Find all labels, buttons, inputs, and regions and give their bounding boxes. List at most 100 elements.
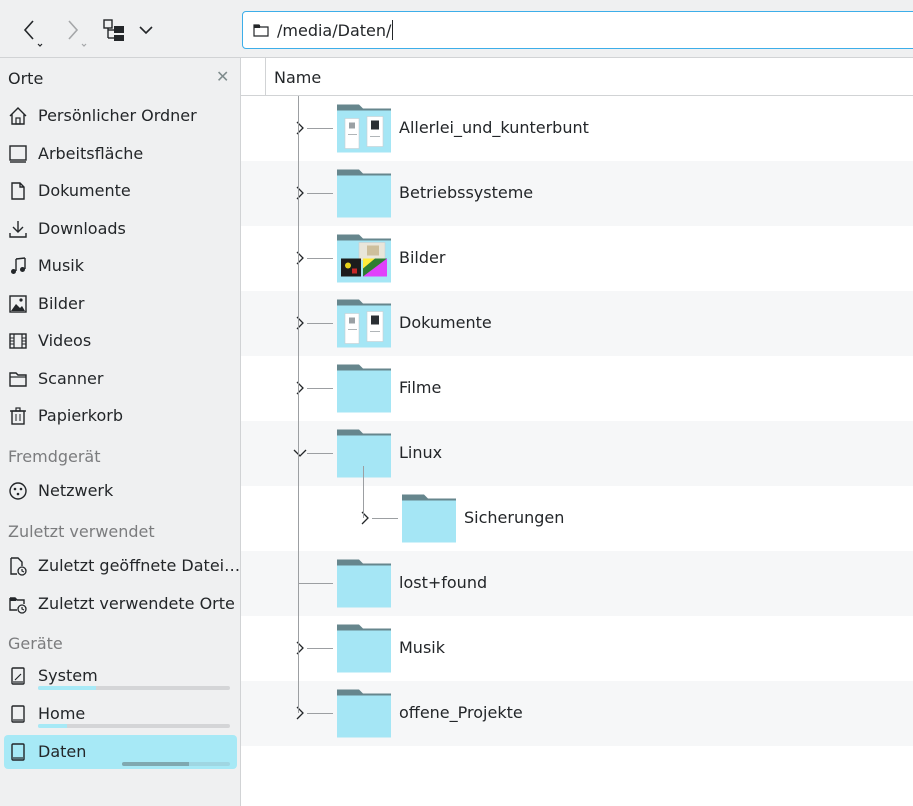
file-name: Dokumente: [399, 313, 492, 332]
file-name: Allerlei_und_kunterbunt: [399, 118, 589, 137]
tree-connector: [307, 713, 333, 714]
tree-row[interactable]: Sicherungen: [241, 486, 913, 551]
file-name: Filme: [399, 378, 442, 397]
sidebar-item-label: Persönlicher Ordner: [38, 106, 197, 125]
sidebar-item-label: Arbeitsfläche: [38, 144, 144, 163]
folder-icon: [337, 559, 391, 608]
tree-row[interactable]: Dokumente: [241, 291, 913, 356]
sidebar-item-recent-files[interactable]: Zuletzt geöffnete Datei…: [4, 549, 241, 583]
folder-icon: [9, 372, 27, 387]
sidebar-item-music[interactable]: Musik: [4, 249, 237, 283]
tree-row[interactable]: Musik: [241, 616, 913, 681]
tree-row[interactable]: Filme: [241, 356, 913, 421]
sidebar-item-label: Zuletzt verwendete Orte: [38, 594, 235, 613]
desktop-icon: [9, 145, 27, 163]
network-icon: [9, 482, 27, 500]
tree-connector: [307, 453, 333, 454]
capacity-bar: [122, 762, 230, 766]
folder-thumbnail: [337, 624, 391, 677]
tree-connector: [307, 648, 333, 649]
tree-row[interactable]: Betriebssysteme: [241, 161, 913, 226]
folder-icon: [337, 624, 391, 673]
folder-thumbnail: [337, 299, 391, 352]
sidebar-item-pictures[interactable]: Bilder: [4, 287, 237, 321]
sidebar-item-home[interactable]: Persönlicher Ordner: [4, 99, 237, 133]
capacity-bar: [38, 686, 230, 690]
location-path: /media/Daten/: [277, 20, 392, 40]
chevron-right-icon[interactable]: [293, 381, 307, 395]
chevron-down-icon[interactable]: [293, 446, 307, 460]
capacity-fill: [38, 686, 96, 690]
recent-file-icon: [10, 557, 27, 576]
folder-icon: [337, 429, 391, 478]
tree-row[interactable]: Allerlei_und_kunterbunt: [241, 96, 913, 161]
file-name: offene_Projekte: [399, 703, 523, 722]
sidebar-item-home-drive[interactable]: Home: [4, 697, 237, 731]
drive-icon: [11, 667, 25, 685]
view-mode-dropdown[interactable]: [134, 12, 158, 48]
folder-icon: [337, 169, 391, 218]
chevron-right-icon[interactable]: [358, 511, 372, 525]
sidebar-item-scanner[interactable]: Scanner: [4, 362, 237, 396]
sidebar-item-network[interactable]: Netzwerk: [4, 474, 237, 508]
sidebar-item-label: Zuletzt geöffnete Datei…: [38, 556, 241, 575]
recent-folder-icon: [9, 597, 27, 614]
section-remote: Fremdgerät: [8, 447, 101, 466]
folder-icon: [337, 689, 391, 738]
chevron-right-icon[interactable]: [293, 706, 307, 720]
sidebar-item-videos[interactable]: Videos: [4, 324, 237, 358]
view-mode-button[interactable]: [100, 12, 128, 48]
text-cursor: [392, 20, 394, 40]
document-icon: [11, 182, 25, 200]
capacity-fill: [38, 724, 67, 728]
chevron-right-icon[interactable]: [293, 251, 307, 265]
tree-row[interactable]: lost+found: [241, 551, 913, 616]
sidebar-item-label: Netzwerk: [38, 481, 114, 500]
close-panel-button[interactable]: ✕: [216, 69, 229, 85]
tree-connector: [307, 193, 333, 194]
tree-connector: [307, 323, 333, 324]
sidebar-item-label: Scanner: [38, 369, 104, 388]
sidebar-item-label: Daten: [38, 742, 87, 761]
folder-icon: [253, 24, 269, 37]
drive-icon: [11, 743, 25, 761]
sidebar-item-label: Home: [38, 704, 86, 723]
sidebar-item-daten[interactable]: Daten: [4, 735, 237, 769]
sidebar-item-recent-locations[interactable]: Zuletzt verwendete Orte: [4, 587, 237, 621]
tree-branch-line: [298, 96, 299, 713]
file-name: Bilder: [399, 248, 446, 267]
file-name: Sicherungen: [464, 508, 565, 527]
chevron-right-icon[interactable]: [293, 316, 307, 330]
sidebar-item-system[interactable]: System: [4, 659, 237, 693]
tree-connector: [372, 518, 398, 519]
folder-thumbnail: [337, 689, 391, 742]
back-button[interactable]: [14, 12, 50, 48]
toolbar: /media/Daten/: [0, 0, 913, 58]
sidebar-item-documents[interactable]: Dokumente: [4, 174, 237, 208]
sidebar-item-label: Videos: [38, 331, 92, 350]
sidebar-item-trash[interactable]: Papierkorb: [4, 399, 237, 433]
chevron-right-icon[interactable]: [293, 186, 307, 200]
folder-thumbnail: [337, 429, 391, 482]
tree-row[interactable]: Bilder: [241, 226, 913, 291]
file-view: Name Allerlei_und_kunterbunt Betriebssyst…: [241, 58, 913, 806]
location-bar[interactable]: /media/Daten/: [242, 11, 913, 49]
folder-icon: [337, 104, 391, 153]
chevron-right-icon[interactable]: [293, 121, 307, 135]
tree-row[interactable]: Linux: [241, 421, 913, 486]
tree-row[interactable]: offene_Projekte: [241, 681, 913, 746]
sidebar-item-desktop[interactable]: Arbeitsfläche: [4, 137, 237, 171]
tree-connector: [298, 583, 333, 584]
sidebar-item-downloads[interactable]: Downloads: [4, 212, 237, 246]
file-name: Betriebssysteme: [399, 183, 534, 202]
places-panel-title: Orte: [8, 69, 44, 88]
section-recent: Zuletzt verwendet: [8, 522, 155, 541]
forward-button[interactable]: [58, 12, 94, 48]
column-header-name[interactable]: Name: [274, 68, 321, 87]
download-icon: [9, 221, 27, 238]
chevron-down-icon: [139, 26, 153, 35]
folder-thumbnail: [337, 364, 391, 417]
chevron-right-icon[interactable]: [293, 641, 307, 655]
sidebar-item-label: Papierkorb: [38, 406, 123, 425]
forward-arrow-icon: [68, 20, 87, 47]
